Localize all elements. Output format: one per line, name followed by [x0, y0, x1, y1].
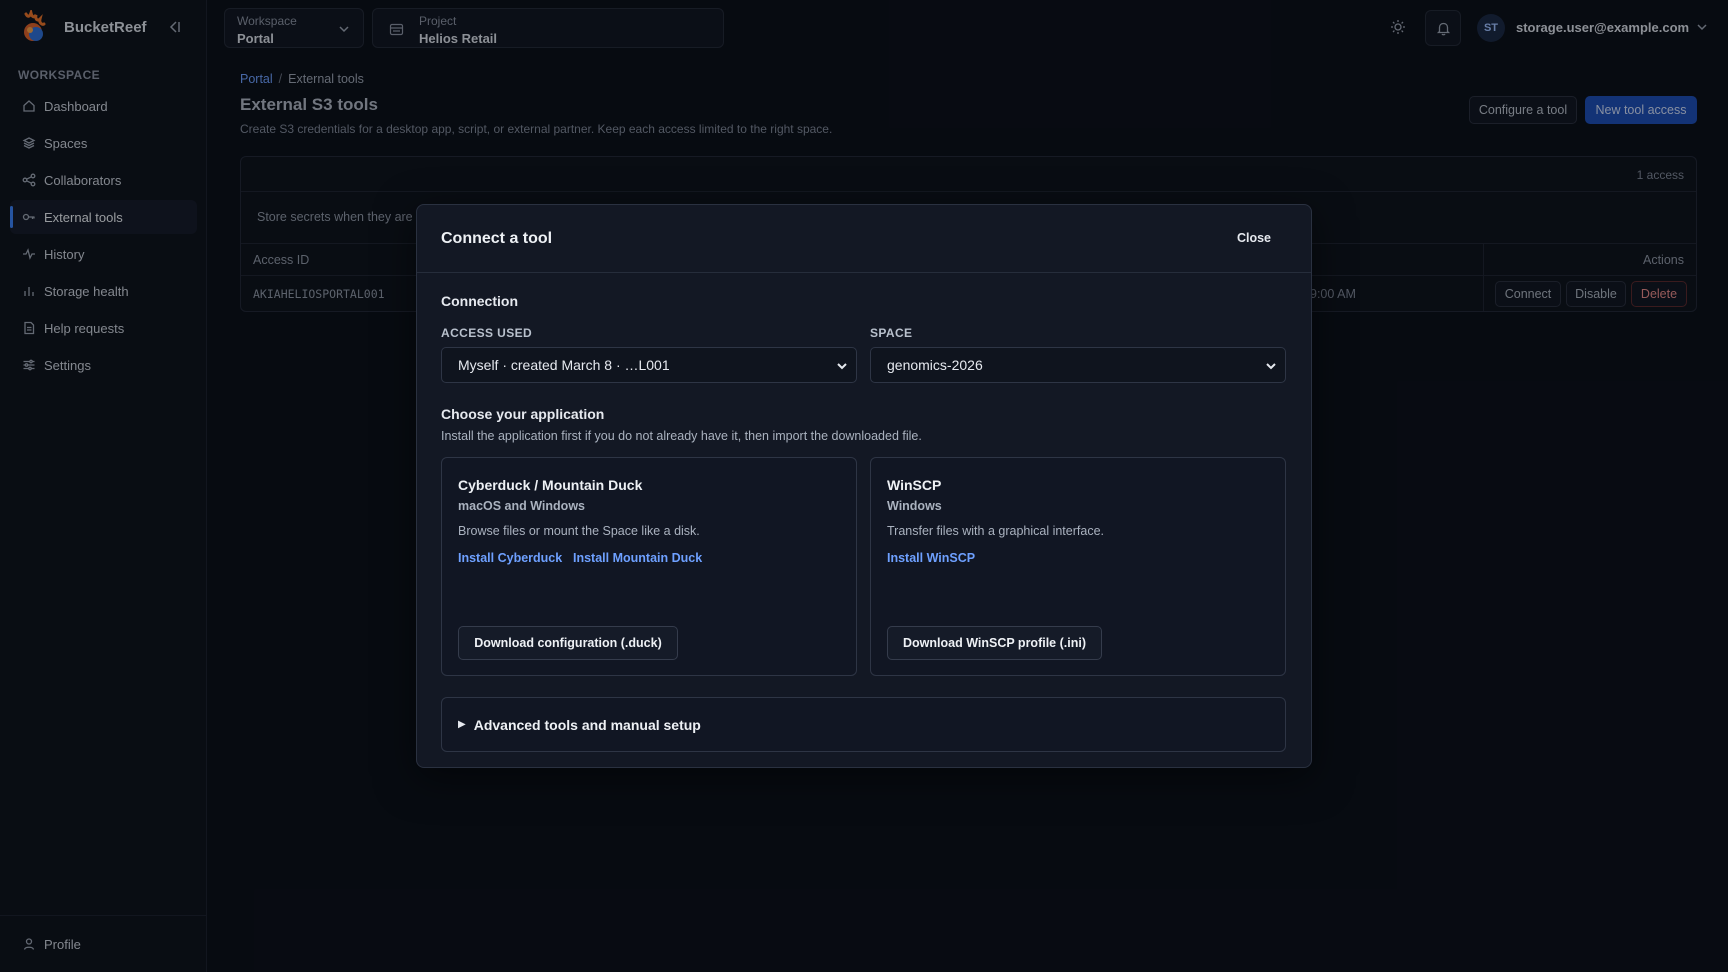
install-mountain-duck-link[interactable]: Install Mountain Duck: [573, 551, 702, 565]
divider: [417, 272, 1311, 273]
space-value: genomics-2026: [887, 357, 983, 373]
card-platform: Windows: [887, 499, 942, 513]
access-used-value: Myself · created March 8 · …L001: [458, 357, 670, 373]
install-winscp-link[interactable]: Install WinSCP: [887, 551, 975, 565]
card-title: Cyberduck / Mountain Duck: [458, 477, 643, 493]
advanced-setup-disclosure[interactable]: ▶ Advanced tools and manual setup: [441, 697, 1286, 752]
card-platform: macOS and Windows: [458, 499, 585, 513]
close-button[interactable]: Close: [1237, 231, 1271, 245]
card-description: Transfer files with a graphical interfac…: [887, 524, 1104, 538]
dialog-title: Connect a tool: [441, 230, 553, 247]
connection-heading: Connection: [441, 293, 518, 309]
card-description: Browse files or mount the Space like a d…: [458, 524, 700, 538]
advanced-setup-label: Advanced tools and manual setup: [473, 716, 701, 733]
download-winscp-profile-button[interactable]: Download WinSCP profile (.ini): [887, 626, 1102, 660]
access-used-label: ACCESS USED: [441, 326, 533, 340]
access-used-select[interactable]: Myself · created March 8 · …L001: [441, 347, 857, 383]
choose-application-heading: Choose your application: [441, 406, 605, 422]
space-label: SPACE: [870, 326, 913, 340]
connect-tool-dialog: Connect a tool Close Connection ACCESS U…: [416, 204, 1312, 768]
chevron-down-icon: [837, 363, 847, 370]
caret-right-icon: ▶: [458, 719, 466, 730]
cyberduck-card: Cyberduck / Mountain Duck macOS and Wind…: [441, 457, 857, 676]
choose-application-subtitle: Install the application first if you do …: [441, 429, 922, 443]
space-select[interactable]: genomics-2026: [870, 347, 1286, 383]
chevron-down-icon: [1266, 363, 1276, 370]
download-duck-config-button[interactable]: Download configuration (.duck): [458, 626, 678, 660]
card-title: WinSCP: [887, 477, 942, 493]
winscp-card: WinSCP Windows Transfer files with a gra…: [870, 457, 1286, 676]
install-cyberduck-link[interactable]: Install Cyberduck: [458, 551, 562, 565]
